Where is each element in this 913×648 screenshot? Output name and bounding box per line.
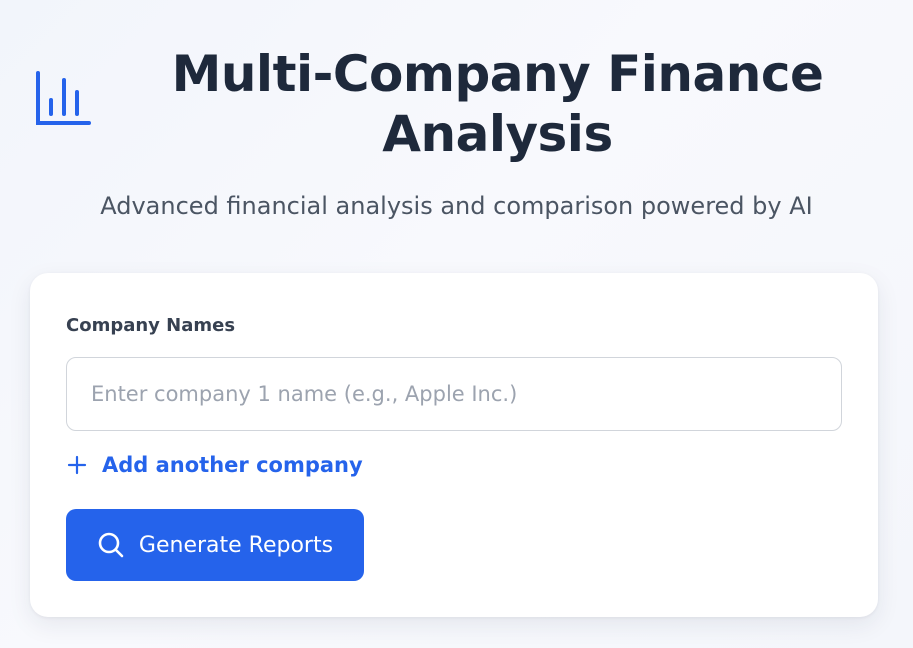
search-icon: [98, 532, 124, 558]
page-subtitle: Advanced financial analysis and comparis…: [100, 192, 813, 220]
bar-chart-icon: [34, 70, 92, 128]
generate-reports-button[interactable]: Generate Reports: [66, 509, 364, 581]
company-names-label: Company Names: [66, 315, 236, 336]
page-title: Multi-Company Finance Analysis: [171, 45, 824, 163]
generate-reports-label: Generate Reports: [138, 532, 334, 558]
plus-icon: [67, 455, 87, 475]
company-name-input[interactable]: [66, 357, 842, 431]
add-company-button[interactable]: Add another company: [66, 453, 363, 477]
add-company-label: Add another company: [102, 453, 363, 477]
company-form-card: Company Names Add another company Genera…: [30, 273, 878, 617]
